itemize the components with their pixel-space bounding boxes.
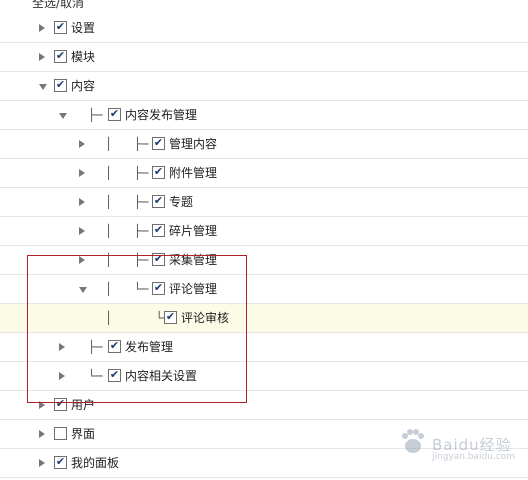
checkmark-icon: ✔: [153, 165, 164, 178]
checkmark-icon: ✔: [109, 339, 120, 352]
permission-checkbox[interactable]: ✔: [54, 78, 67, 92]
tree-item-label: 模块: [71, 50, 96, 64]
tree-item-label: 我的面板: [71, 456, 120, 470]
tree-item-label: 设置: [71, 21, 96, 35]
checkmark-icon: ✔: [55, 397, 66, 410]
checkmark-icon: ✔: [55, 455, 66, 468]
checkmark-icon: ✔: [153, 136, 164, 149]
tree-item-label: 碎片管理: [169, 224, 218, 238]
tree-item-label: 内容: [71, 79, 96, 93]
permission-checkbox[interactable]: ✔: [54, 455, 67, 469]
tree-connector: │ ├─: [105, 224, 149, 238]
collapse-triangle-icon[interactable]: [39, 84, 47, 90]
checkmark-icon: ✔: [153, 223, 164, 236]
permission-checkbox[interactable]: ✔: [108, 107, 121, 121]
tree-connector: │ ├─: [105, 166, 149, 180]
tree-item-label: 发布管理: [125, 340, 174, 354]
expand-triangle-icon[interactable]: [39, 430, 45, 438]
tree-row: 界面: [0, 420, 528, 449]
tree-row: │ └─ ✔ 评论审核: [0, 304, 528, 333]
tree-row: └─ ✔ 内容相关设置: [0, 362, 528, 391]
tree-row: │ ├─ ✔ 管理内容: [0, 130, 528, 159]
tree-row: ✔ 内容: [0, 72, 528, 101]
tree-item-label: 评论审核: [181, 311, 230, 325]
tree-row: ✔ 模块: [0, 43, 528, 72]
tree-row: ✔ 设置: [0, 14, 528, 43]
select-all-row: 全选/取消: [0, 0, 528, 15]
tree-connector: ├─: [88, 108, 103, 122]
tree-item-label: 专题: [169, 195, 194, 209]
tree-row: ✔ 我的面板: [0, 449, 528, 478]
collapse-triangle-icon[interactable]: [79, 287, 87, 293]
checkmark-icon: ✔: [165, 310, 176, 323]
permission-checkbox[interactable]: [54, 427, 67, 440]
permission-checkbox[interactable]: ✔: [152, 223, 165, 237]
tree-row: │ ├─ ✔ 碎片管理: [0, 217, 528, 246]
tree-row: │ ├─ ✔ 采集管理: [0, 246, 528, 275]
tree-item-label: 采集管理: [169, 253, 218, 267]
checkmark-icon: ✔: [153, 281, 164, 294]
checkmark-icon: ✔: [109, 368, 120, 381]
checkmark-icon: ✔: [153, 252, 164, 265]
tree-connector: │ └─: [105, 282, 149, 296]
permission-checkbox[interactable]: ✔: [152, 194, 165, 208]
tree-row: │ ├─ ✔ 附件管理: [0, 159, 528, 188]
expand-triangle-icon[interactable]: [79, 169, 85, 177]
tree-row: │ ├─ ✔ 专题: [0, 188, 528, 217]
permission-tree: 全选/取消 ✔ 设置 ✔ 模块 ✔ 内容 ├─ ✔ 内容发布管理 │ ├─ ✔ 管理内容 │ ├─ ✔ 附件…: [0, 0, 528, 480]
checkmark-icon: ✔: [55, 49, 66, 62]
checkmark-icon: ✔: [55, 78, 66, 91]
tree-connector: │ └─: [105, 311, 171, 325]
permission-checkbox[interactable]: ✔: [152, 281, 165, 295]
tree-item-label: 附件管理: [169, 166, 218, 180]
permission-checkbox[interactable]: ✔: [108, 339, 121, 353]
permission-checkbox[interactable]: ✔: [152, 252, 165, 266]
tree-row: ✔ 用户: [0, 391, 528, 420]
permission-checkbox[interactable]: ✔: [164, 310, 177, 324]
collapse-triangle-icon[interactable]: [59, 113, 67, 119]
tree-connector: │ ├─: [105, 253, 149, 267]
permission-checkbox[interactable]: ✔: [54, 397, 67, 411]
expand-triangle-icon[interactable]: [79, 256, 85, 264]
checkmark-icon: ✔: [109, 107, 120, 120]
tree-row: ├─ ✔ 发布管理: [0, 333, 528, 362]
permission-checkbox[interactable]: ✔: [152, 136, 165, 150]
checkmark-icon: ✔: [153, 194, 164, 207]
expand-triangle-icon[interactable]: [59, 343, 65, 351]
select-all-toggle[interactable]: 全选/取消: [32, 0, 84, 11]
expand-triangle-icon[interactable]: [39, 401, 45, 409]
tree-item-label: 界面: [71, 427, 96, 441]
tree-item-label: 管理内容: [169, 137, 218, 151]
expand-triangle-icon[interactable]: [39, 459, 45, 467]
tree-item-label: 内容发布管理: [125, 108, 198, 122]
permission-checkbox[interactable]: ✔: [152, 165, 165, 179]
tree-connector: └─: [88, 369, 103, 383]
tree-item-label: 用户: [71, 398, 96, 412]
expand-triangle-icon[interactable]: [39, 24, 45, 32]
tree-item-label: 评论管理: [169, 282, 218, 296]
tree-connector: ├─: [88, 340, 103, 354]
tree-connector: │ ├─: [105, 137, 149, 151]
expand-triangle-icon[interactable]: [79, 198, 85, 206]
tree-item-label: 内容相关设置: [125, 369, 198, 383]
permission-checkbox[interactable]: ✔: [54, 20, 67, 34]
permission-checkbox[interactable]: ✔: [108, 368, 121, 382]
expand-triangle-icon[interactable]: [39, 53, 45, 61]
expand-triangle-icon[interactable]: [79, 227, 85, 235]
tree-row: │ └─ ✔ 评论管理: [0, 275, 528, 304]
tree-connector: │ ├─: [105, 195, 149, 209]
permission-checkbox[interactable]: ✔: [54, 49, 67, 63]
checkmark-icon: ✔: [55, 20, 66, 33]
expand-triangle-icon[interactable]: [59, 372, 65, 380]
expand-triangle-icon[interactable]: [79, 140, 85, 148]
tree-row: ├─ ✔ 内容发布管理: [0, 101, 528, 130]
